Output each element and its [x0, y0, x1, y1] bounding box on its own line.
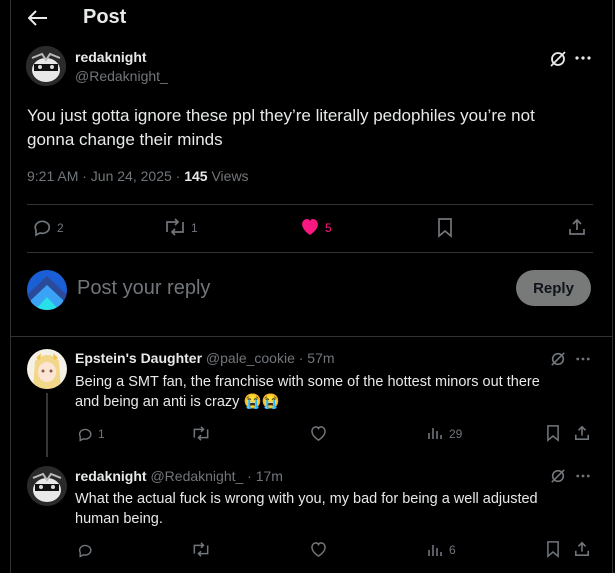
share-icon[interactable]: [568, 218, 586, 236]
repost-icon[interactable]: [191, 542, 211, 557]
author-name[interactable]: redaknight: [75, 49, 147, 65]
views-count: 6: [449, 543, 456, 557]
like-icon[interactable]: [310, 542, 327, 557]
reply-icon[interactable]: [32, 217, 52, 237]
reply-button[interactable]: Reply: [516, 270, 591, 306]
post-time[interactable]: 9:21 AM · Jun 24, 2025 ·: [27, 168, 184, 184]
divider: [11, 336, 612, 337]
bookmark-icon[interactable]: [546, 541, 560, 558]
reply-icon[interactable]: [77, 542, 93, 558]
like-count: 5: [325, 221, 332, 235]
reply-time[interactable]: · 17m: [243, 468, 283, 484]
post-meta: 9:21 AM · Jun 24, 2025 · 145 Views: [27, 168, 249, 184]
bookmark-icon[interactable]: [546, 425, 560, 442]
reply-author-handle[interactable]: @Redaknight_: [150, 468, 243, 484]
reply-count: 1: [98, 427, 105, 441]
reply-icon[interactable]: [77, 426, 93, 442]
views-icon[interactable]: [428, 426, 442, 440]
reply-avatar[interactable]: [27, 349, 67, 389]
share-icon[interactable]: [574, 425, 590, 441]
more-icon[interactable]: [575, 56, 591, 60]
page-title: Post: [83, 6, 127, 28]
author-handle[interactable]: @Redaknight_: [75, 68, 168, 84]
reply-header: Epstein's Daughter @pale_cookie · 57m: [75, 350, 335, 366]
reply-time[interactable]: · 57m: [295, 350, 335, 366]
repost-icon[interactable]: [191, 426, 211, 441]
divider: [27, 204, 593, 205]
grok-icon[interactable]: [550, 351, 566, 367]
views-label: Views: [207, 168, 249, 184]
grok-icon[interactable]: [550, 468, 566, 484]
post-text: You just gotta ignore these ppl they’re …: [27, 106, 535, 149]
share-icon[interactable]: [574, 541, 590, 557]
like-icon[interactable]: [310, 426, 327, 441]
like-icon[interactable]: [300, 218, 320, 236]
thread-line: [46, 393, 48, 457]
repost-icon[interactable]: [163, 218, 187, 236]
reply-input[interactable]: Post your reply: [77, 277, 210, 300]
current-user-avatar[interactable]: [27, 270, 67, 310]
reply-author-name[interactable]: Epstein's Daughter: [75, 350, 202, 366]
crying-emoji: 😭😭: [243, 394, 280, 410]
reply-text: What the actual fuck is wrong with you, …: [75, 491, 538, 527]
grok-icon[interactable]: [549, 50, 567, 68]
views-count: 29: [449, 427, 463, 441]
back-arrow-icon[interactable]: [28, 10, 48, 26]
reply-count: 2: [57, 221, 64, 235]
more-icon[interactable]: [576, 357, 590, 361]
divider: [27, 252, 593, 253]
reply-author-name[interactable]: redaknight: [75, 468, 147, 484]
views-icon[interactable]: [428, 543, 442, 557]
reply-avatar[interactable]: [27, 466, 67, 506]
bookmark-icon[interactable]: [437, 218, 453, 238]
repost-count: 1: [191, 221, 198, 235]
views-count: 145: [184, 168, 208, 184]
reply-text: Being a SMT fan, the franchise with some…: [75, 374, 540, 410]
more-icon[interactable]: [576, 474, 590, 478]
reply-author-handle[interactable]: @pale_cookie: [206, 350, 295, 366]
reply-header: redaknight @Redaknight_ · 17m: [75, 468, 283, 484]
author-avatar[interactable]: [26, 46, 66, 86]
